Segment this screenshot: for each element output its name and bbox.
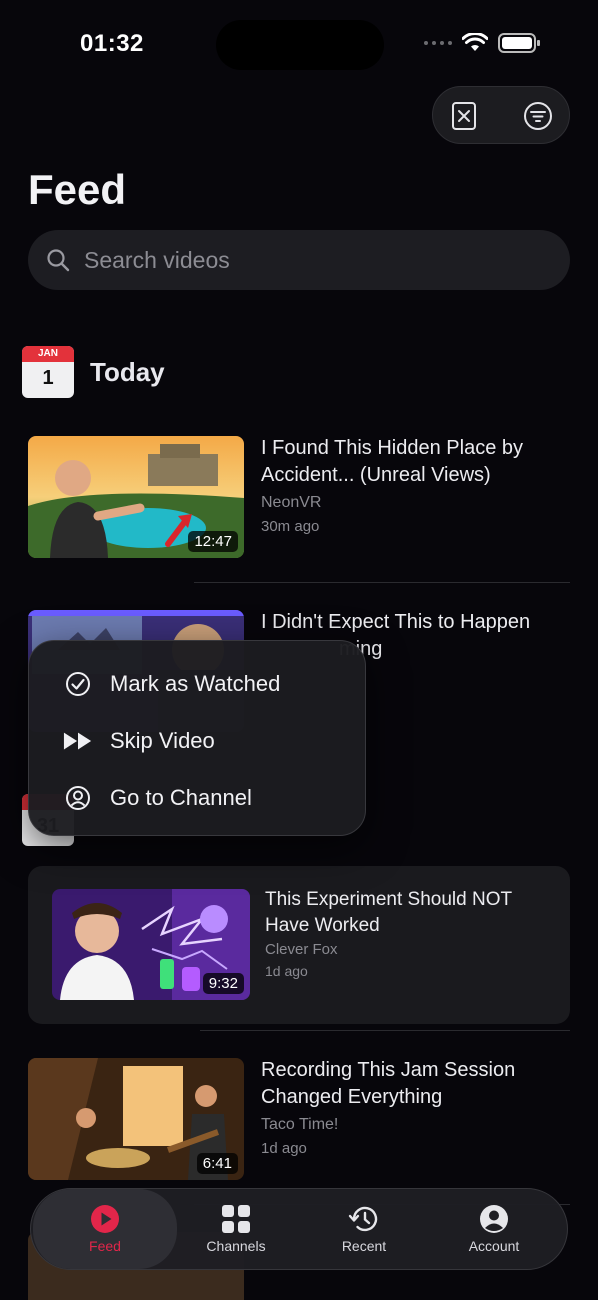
- section-heading: Today: [90, 357, 165, 387]
- video-thumbnail[interactable]: 6:41: [28, 1058, 244, 1180]
- signal-icon: [424, 41, 452, 45]
- search-input[interactable]: [82, 245, 516, 275]
- status-icons: [424, 32, 542, 54]
- tab-recent[interactable]: Recent: [309, 1189, 419, 1269]
- search-icon: [47, 249, 70, 272]
- divider: [200, 1030, 570, 1031]
- tab-feed[interactable]: Feed: [33, 1189, 177, 1269]
- video-title-line: I Found This Hidden Place by: [261, 437, 524, 459]
- dynamic-island: [216, 20, 384, 70]
- header-actions: [432, 86, 570, 144]
- video-title[interactable]: Recording This Jam Session Changed Every…: [261, 1057, 571, 1111]
- video-channel: Taco Time!: [261, 1116, 339, 1133]
- video-thumbnail[interactable]: 9:32: [52, 889, 250, 1000]
- tab-label: Channels: [206, 1238, 266, 1254]
- video-title-line: Recording This Jam Session: [261, 1059, 516, 1081]
- page-title: Feed: [28, 166, 127, 213]
- date-badge: JAN 1: [22, 346, 74, 398]
- video-age: 1d ago: [261, 1140, 307, 1157]
- video-thumbnail[interactable]: 12:47: [28, 436, 244, 558]
- video-age: 30m ago: [261, 518, 320, 535]
- grid-icon: [222, 1205, 250, 1233]
- video-title[interactable]: I Found This Hidden Place by Accident...…: [261, 435, 571, 489]
- menu-item-label: Go to Channel: [110, 784, 252, 810]
- filter-icon: [524, 102, 552, 130]
- play-circle-icon: [91, 1205, 119, 1233]
- video-title-line: Changed Everything: [261, 1086, 443, 1108]
- menu-item-skip-video[interactable]: Skip Video: [29, 712, 365, 769]
- video-duration: 12:47: [188, 531, 238, 552]
- menu-item-go-to-channel[interactable]: Go to Channel: [29, 769, 365, 826]
- video-duration: 9:32: [202, 973, 244, 994]
- menu-item-mark-watched[interactable]: Mark as Watched: [29, 655, 365, 712]
- tab-label: Account: [468, 1238, 520, 1254]
- menu-item-label: Mark as Watched: [110, 670, 281, 696]
- close-square-icon: [452, 102, 476, 130]
- tab-channels[interactable]: Channels: [181, 1189, 291, 1269]
- date-badge-day: 1: [42, 367, 54, 389]
- person-circle-icon: [63, 783, 93, 813]
- tab-label: Recent: [341, 1238, 387, 1254]
- video-title-line: This Experiment Should NOT: [265, 889, 513, 910]
- video-channel: NeonVR: [261, 494, 322, 511]
- status-time: 01:32: [80, 30, 144, 57]
- video-title[interactable]: This Experiment Should NOT Have Worked: [265, 887, 555, 939]
- video-duration: 6:41: [196, 1153, 238, 1174]
- tab-account[interactable]: Account: [439, 1189, 549, 1269]
- wifi-icon: [462, 33, 488, 51]
- video-age: 1d ago: [265, 963, 308, 979]
- video-title-line: I Didn't Expect This to Happen: [261, 611, 531, 633]
- video-title-line: Accident... (Unreal Views): [261, 464, 491, 486]
- history-icon: [348, 1206, 378, 1232]
- person-circle-icon: [480, 1205, 508, 1233]
- tab-label: Feed: [89, 1238, 121, 1254]
- date-badge-month: JAN: [22, 346, 74, 362]
- battery-icon: [498, 33, 540, 53]
- video-channel: Clever Fox: [265, 941, 338, 958]
- tab-bar: Feed Channels Recent Account: [30, 1188, 568, 1270]
- check-circle-icon: [63, 669, 93, 699]
- context-menu: Mark as Watched Skip Video Go to Channel: [28, 640, 366, 836]
- menu-item-label: Skip Video: [110, 727, 215, 753]
- divider: [194, 582, 570, 583]
- clear-feed-button[interactable]: [448, 100, 480, 132]
- fast-forward-icon: [63, 726, 93, 756]
- filter-button[interactable]: [522, 100, 554, 132]
- video-title-line: Have Worked: [265, 915, 380, 936]
- search-bar[interactable]: [28, 230, 570, 290]
